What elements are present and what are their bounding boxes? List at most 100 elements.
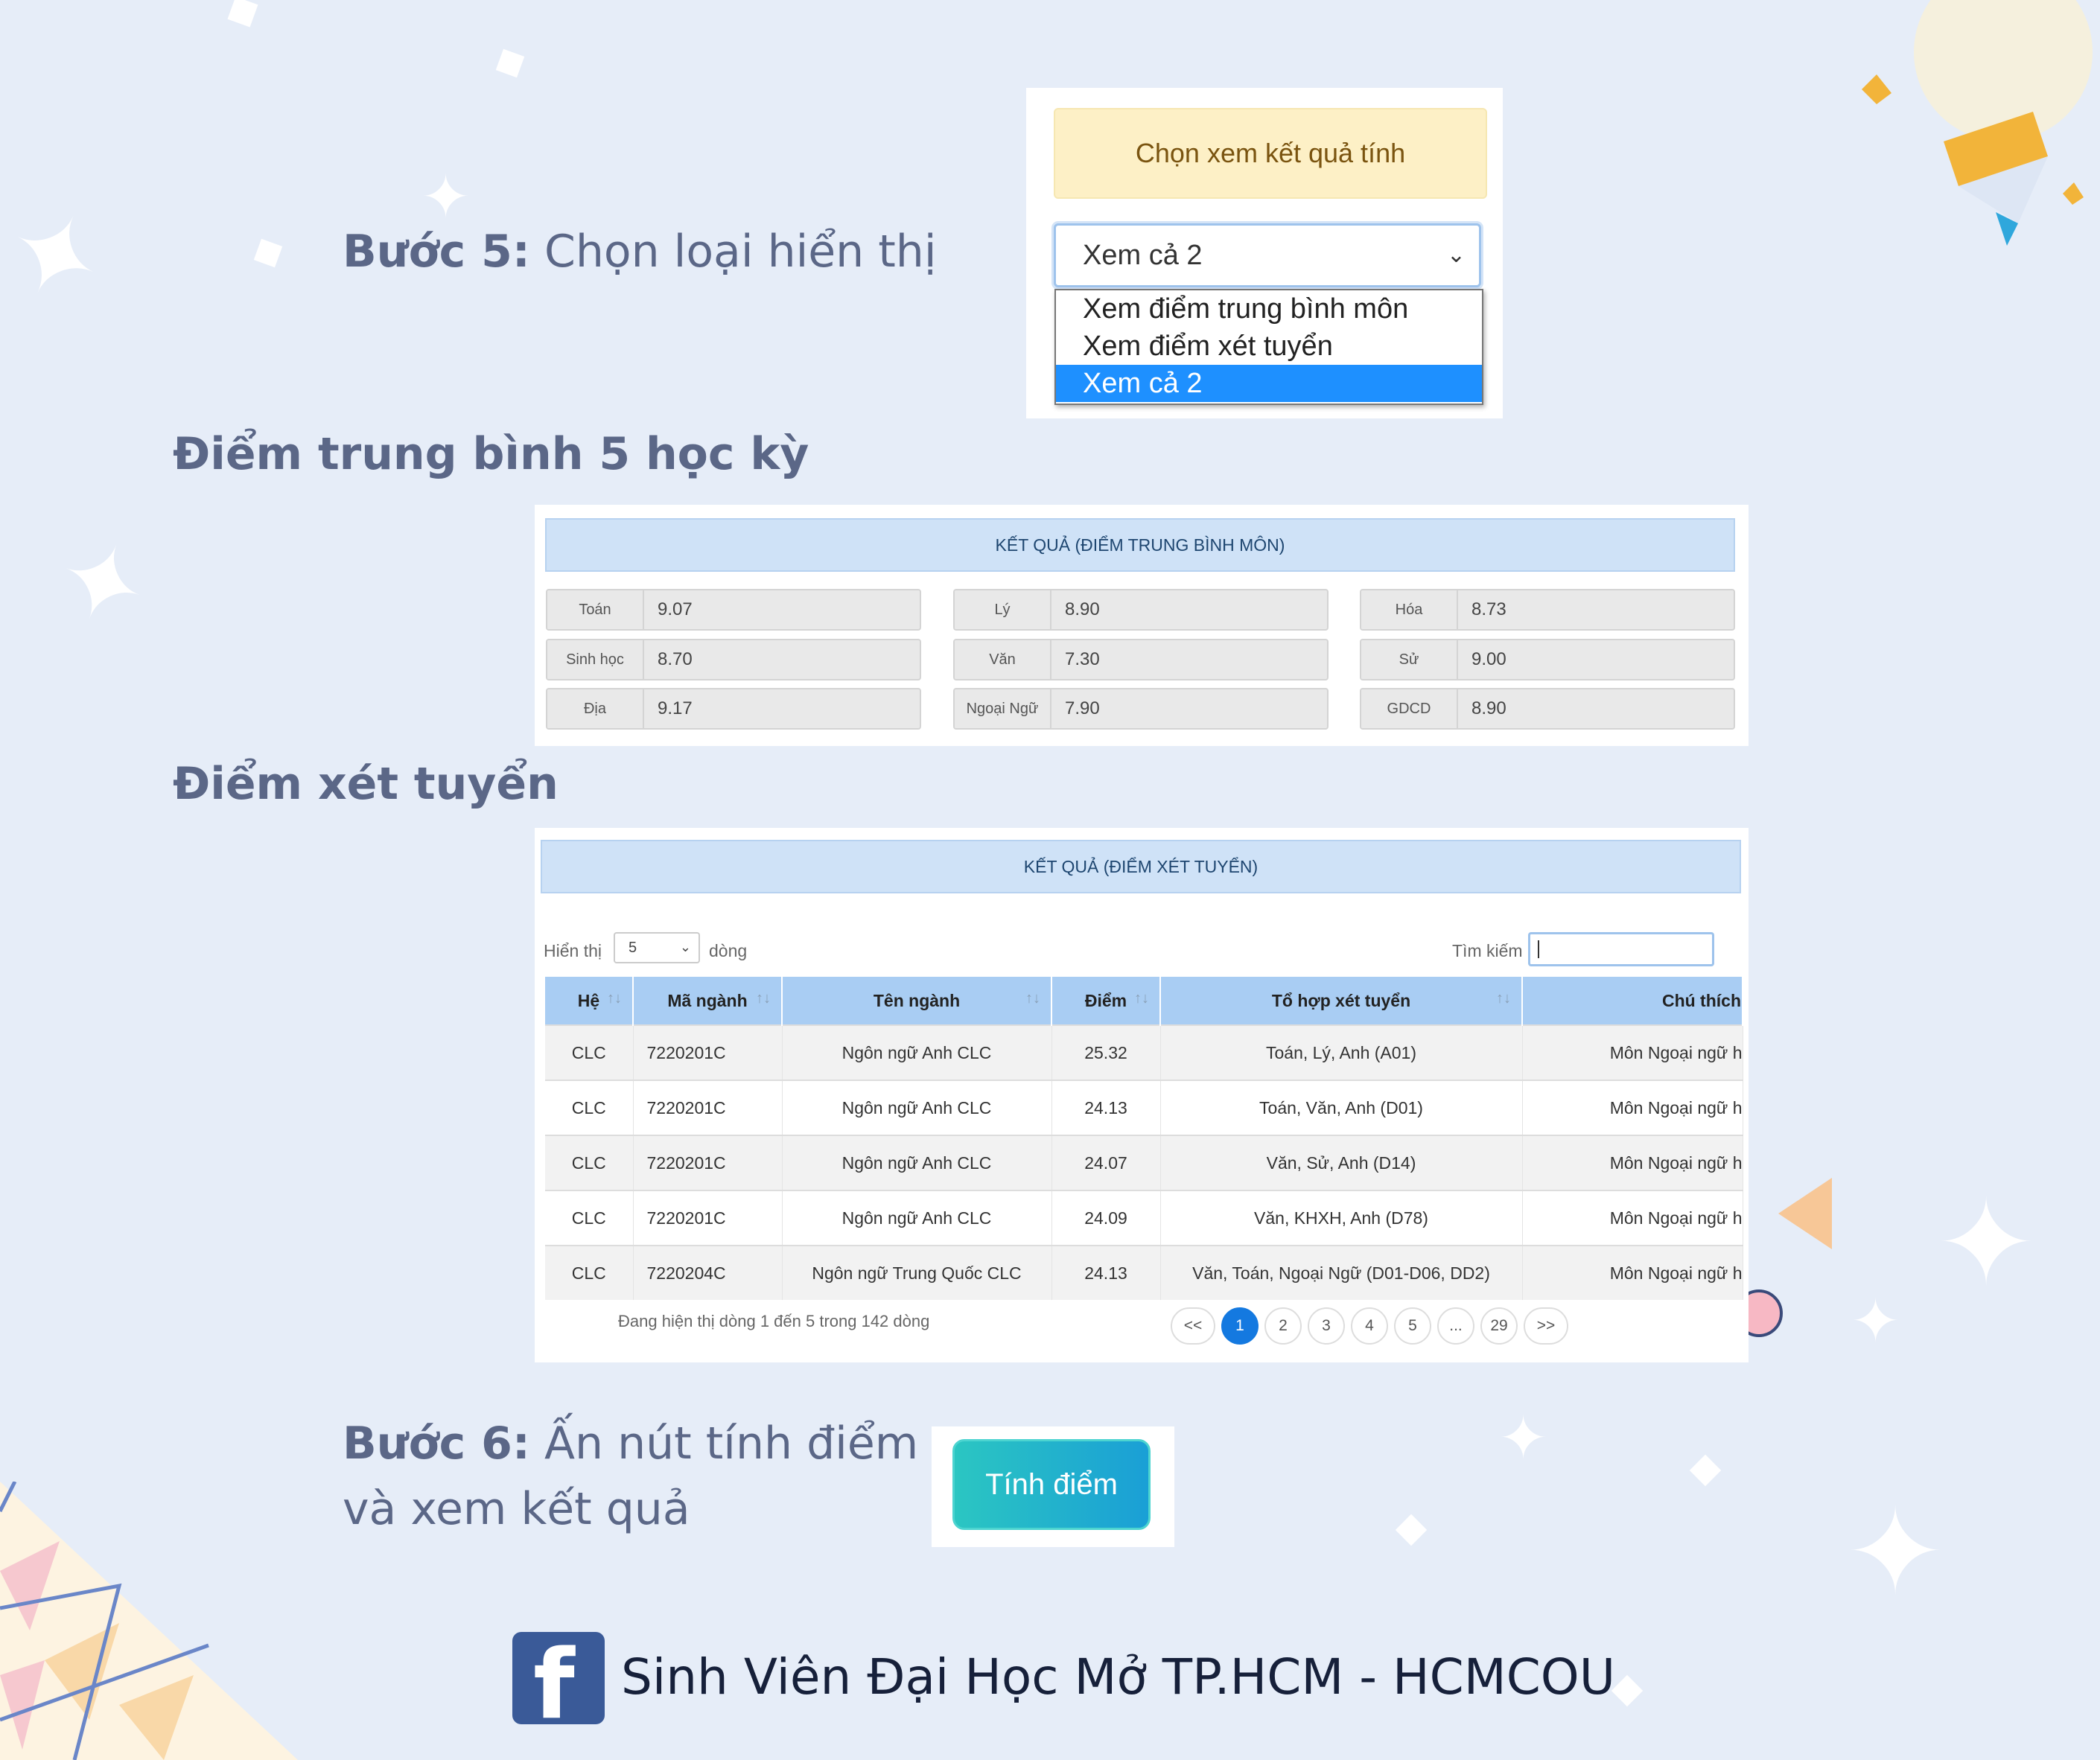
column-header-label: Điểm [1084, 990, 1127, 1010]
cell-ma-nganh: 7220201C [633, 1135, 783, 1190]
option-view-both[interactable]: Xem cả 2 [1056, 365, 1482, 402]
cell-to-hop: Văn, KHXH, Anh (D78) [1160, 1190, 1523, 1246]
gpa-cell: Toán 9.07 [546, 589, 921, 631]
gpa-cell: Địa 9.17 [546, 688, 921, 730]
cell-to-hop: Toán, Văn, Anh (D01) [1160, 1080, 1523, 1135]
sort-icon: ↑↓ [1134, 990, 1149, 1007]
subject-label: Sinh học [547, 640, 644, 679]
chevron-down-icon: ⌄ [679, 940, 691, 954]
page-3-button[interactable]: 3 [1308, 1307, 1345, 1345]
calculate-button[interactable]: Tính điểm [952, 1439, 1151, 1530]
column-header-he[interactable]: Hệ ↑↓ [545, 977, 634, 1025]
page-first-button[interactable]: << [1171, 1307, 1215, 1345]
sparkle-decoration: ✦ [421, 162, 471, 232]
page-4-button[interactable]: 4 [1351, 1307, 1388, 1345]
cell-chu-thich: Môn Ngoại ngữ h [1522, 1024, 1743, 1080]
option-view-admission[interactable]: Xem điểm xét tuyển [1056, 328, 1482, 365]
subject-label: Sử [1361, 640, 1458, 679]
diamond-decoration [1395, 1514, 1428, 1546]
column-header-diem[interactable]: Điểm ↑↓ [1051, 977, 1161, 1025]
page-last-button[interactable]: >> [1524, 1307, 1568, 1345]
cell-ten-nganh: Ngôn ngữ Trung Quốc CLC [782, 1245, 1052, 1300]
column-header-label: Tổ hợp xét tuyển [1271, 990, 1411, 1010]
diamond-decoration [1689, 1454, 1722, 1487]
page-2-button[interactable]: 2 [1264, 1307, 1302, 1345]
cell-he: CLC [545, 1024, 634, 1080]
column-header-to-hop[interactable]: Tổ hợp xét tuyển ↑↓ [1160, 977, 1523, 1025]
option-view-average[interactable]: Xem điểm trung bình môn [1056, 290, 1482, 328]
cell-diem: 24.13 [1051, 1080, 1161, 1135]
diamond-decoration [1611, 1674, 1644, 1707]
step5-instruction: Bước 5: Chọn loại hiển thị [343, 219, 937, 284]
search-input[interactable] [1528, 932, 1714, 966]
show-label: Hiển thị [544, 941, 602, 960]
search-label: Tìm kiếm [1452, 941, 1523, 960]
display-type-dropdown: Xem điểm trung bình môn Xem điểm xét tuy… [1054, 289, 1483, 405]
cell-to-hop: Văn, Toán, Ngoại Ngữ (D01-D06, DD2) [1160, 1245, 1523, 1300]
subject-label: Hóa [1361, 590, 1458, 629]
subject-score: 8.73 [1471, 599, 1506, 619]
gpa-cell: Ngoại Ngữ 7.90 [953, 688, 1329, 730]
subject-score: 9.17 [658, 698, 693, 718]
admission-header: KẾT QUẢ (ĐIỂM XÉT TUYỂN) [541, 840, 1741, 893]
triangle-decoration [1778, 1178, 1832, 1249]
cell-he: CLC [545, 1080, 634, 1135]
column-header-ten-nganh[interactable]: Tên ngành ↑↓ [782, 977, 1052, 1025]
subject-score: 9.00 [1471, 649, 1506, 669]
cell-diem: 24.09 [1051, 1190, 1161, 1246]
page-length-value: 5 [629, 939, 637, 956]
sparkle-decoration: ✦ [39, 511, 164, 657]
text-caret [1538, 940, 1539, 958]
cell-chu-thich: Môn Ngoại ngữ h [1522, 1245, 1743, 1300]
subject-score: 8.90 [1065, 599, 1100, 619]
pagination: << 1 2 3 4 5 ... 29 >> [1171, 1307, 1568, 1345]
cell-he: CLC [545, 1245, 634, 1300]
cell-to-hop: Toán, Lý, Anh (A01) [1160, 1024, 1523, 1080]
page-5-button[interactable]: 5 [1394, 1307, 1431, 1345]
column-header-chu-thich[interactable]: Chú thích [1522, 977, 1743, 1025]
cell-ten-nganh: Ngôn ngữ Anh CLC [782, 1135, 1052, 1190]
table-row: CLC 7220204C Ngôn ngữ Trung Quốc CLC 24.… [545, 1245, 1743, 1300]
page-29-button[interactable]: 29 [1480, 1307, 1518, 1345]
table-row: CLC 7220201C Ngôn ngữ Anh CLC 24.09 Văn,… [545, 1190, 1743, 1246]
gpa-panel: KẾT QUẢ (ĐIỂM TRUNG BÌNH MÔN) Toán 9.07 … [535, 505, 1749, 746]
column-header-ma-nganh[interactable]: Mã ngành ↑↓ [633, 977, 783, 1025]
step6-instruction: Bước 6: Ấn nút tính điểm và xem kết quả [343, 1411, 918, 1542]
diamond-decoration [253, 238, 283, 268]
subject-label: Địa [547, 689, 644, 728]
gpa-header: KẾT QUẢ (ĐIỂM TRUNG BÌNH MÔN) [545, 518, 1735, 572]
diamond-decoration [495, 48, 525, 78]
step6-label-bold: Bước 6: [343, 1418, 530, 1470]
subject-label: GDCD [1361, 689, 1458, 728]
gpa-section-title: Điểm trung bình 5 học kỳ [173, 428, 809, 480]
column-header-label: Chú thích [1661, 990, 1741, 1010]
sort-icon: ↑↓ [1496, 990, 1511, 1007]
sort-icon: ↑↓ [607, 990, 622, 1007]
corner-pattern-decoration [0, 1482, 298, 1760]
cell-he: CLC [545, 1135, 634, 1190]
table-row: CLC 7220201C Ngôn ngữ Anh CLC 25.32 Toán… [545, 1024, 1743, 1080]
gpa-cell: Văn 7.30 [953, 639, 1329, 680]
cell-ma-nganh: 7220204C [633, 1245, 783, 1300]
subject-label: Lý [955, 590, 1051, 629]
cell-diem: 24.07 [1051, 1135, 1161, 1190]
rows-label: dòng [709, 941, 748, 960]
admission-section-title: Điểm xét tuyển [173, 758, 559, 810]
admission-table: Hệ ↑↓ Mã ngành ↑↓ Tên ngành ↑↓ Điểm ↑↓ Tổ hợ… [545, 977, 1743, 1300]
display-type-select[interactable]: Xem cả 2 ⌄ [1054, 223, 1481, 287]
gpa-cell: GDCD 8.90 [1360, 688, 1735, 730]
subject-label: Ngoại Ngữ [955, 689, 1051, 728]
sparkle-decoration: ✦ [1851, 1286, 1901, 1356]
cell-he: CLC [545, 1190, 634, 1246]
page-length-select[interactable]: 5 ⌄ [614, 932, 700, 963]
step5-label-rest: Chọn loại hiển thị [529, 226, 937, 278]
subject-score: 7.90 [1065, 698, 1100, 718]
subject-score: 7.30 [1065, 649, 1100, 669]
step5-label-bold: Bước 5: [343, 226, 530, 278]
cell-chu-thich: Môn Ngoại ngữ h [1522, 1190, 1743, 1246]
sparkle-decoration: ✦ [0, 178, 124, 336]
choose-result-button[interactable]: Chọn xem kết quả tính [1054, 108, 1487, 199]
footer-page-name: Sinh Viên Đại Học Mở TP.HCM - HCMCOU [621, 1648, 1616, 1706]
page-1-button[interactable]: 1 [1221, 1307, 1259, 1345]
display-type-select-value: Xem cả 2 [1083, 239, 1203, 271]
